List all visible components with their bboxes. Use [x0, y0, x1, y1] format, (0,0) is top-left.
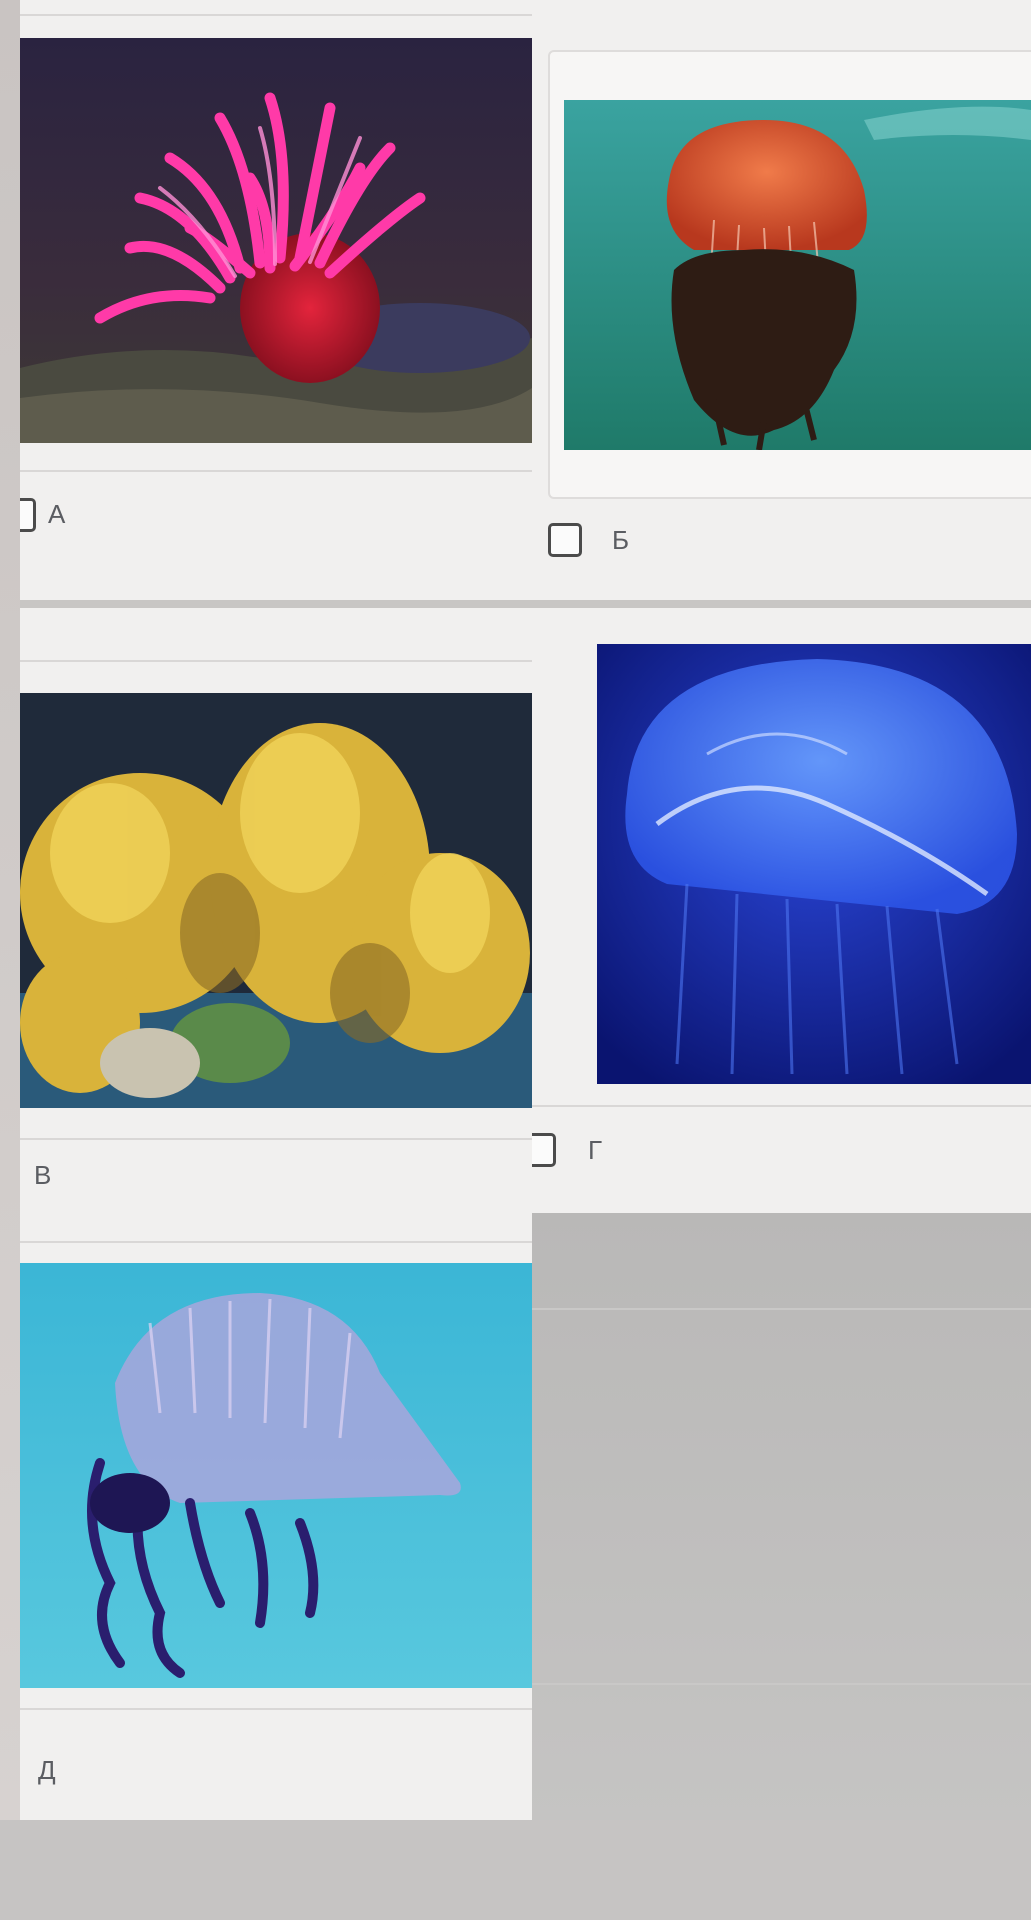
- left-edge: [0, 0, 20, 1820]
- option-b-panel: Б: [532, 0, 1031, 600]
- option-g-panel: Г: [532, 608, 1031, 1213]
- option-d-top-divider: [20, 1241, 532, 1243]
- option-g-checkbox[interactable]: [532, 1133, 556, 1167]
- option-v-panel: В: [20, 608, 532, 1213]
- option-a-label: А: [48, 499, 67, 529]
- lions-mane-jellyfish-image[interactable]: [564, 100, 1031, 450]
- bottom-band: [0, 1820, 1031, 1920]
- option-a-divider: [20, 470, 532, 472]
- portuguese-man-o-war-image[interactable]: [20, 1263, 532, 1688]
- empty-area: [532, 1213, 1031, 1820]
- moon-jellyfish-image[interactable]: [597, 644, 1031, 1084]
- option-d-label: Д: [38, 1755, 57, 1785]
- top-divider: [20, 14, 532, 16]
- option-a-checkbox[interactable]: [20, 498, 36, 532]
- option-v-divider: [20, 1138, 532, 1140]
- option-d-divider: [20, 1708, 532, 1710]
- option-v-top-divider: [20, 660, 532, 662]
- option-v-label: В: [34, 1160, 53, 1190]
- option-b-label: Б: [612, 525, 631, 555]
- option-a-panel: А: [20, 0, 532, 600]
- option-b-checkbox[interactable]: [548, 523, 582, 557]
- sea-anemone-image[interactable]: [20, 38, 532, 443]
- option-g-divider: [532, 1105, 1031, 1107]
- empty-area-divider-2: [532, 1683, 1031, 1685]
- empty-area-divider-1: [532, 1308, 1031, 1310]
- option-g-label: Г: [588, 1135, 604, 1165]
- coral-image[interactable]: [20, 693, 532, 1108]
- option-d-panel: Д: [20, 1213, 532, 1820]
